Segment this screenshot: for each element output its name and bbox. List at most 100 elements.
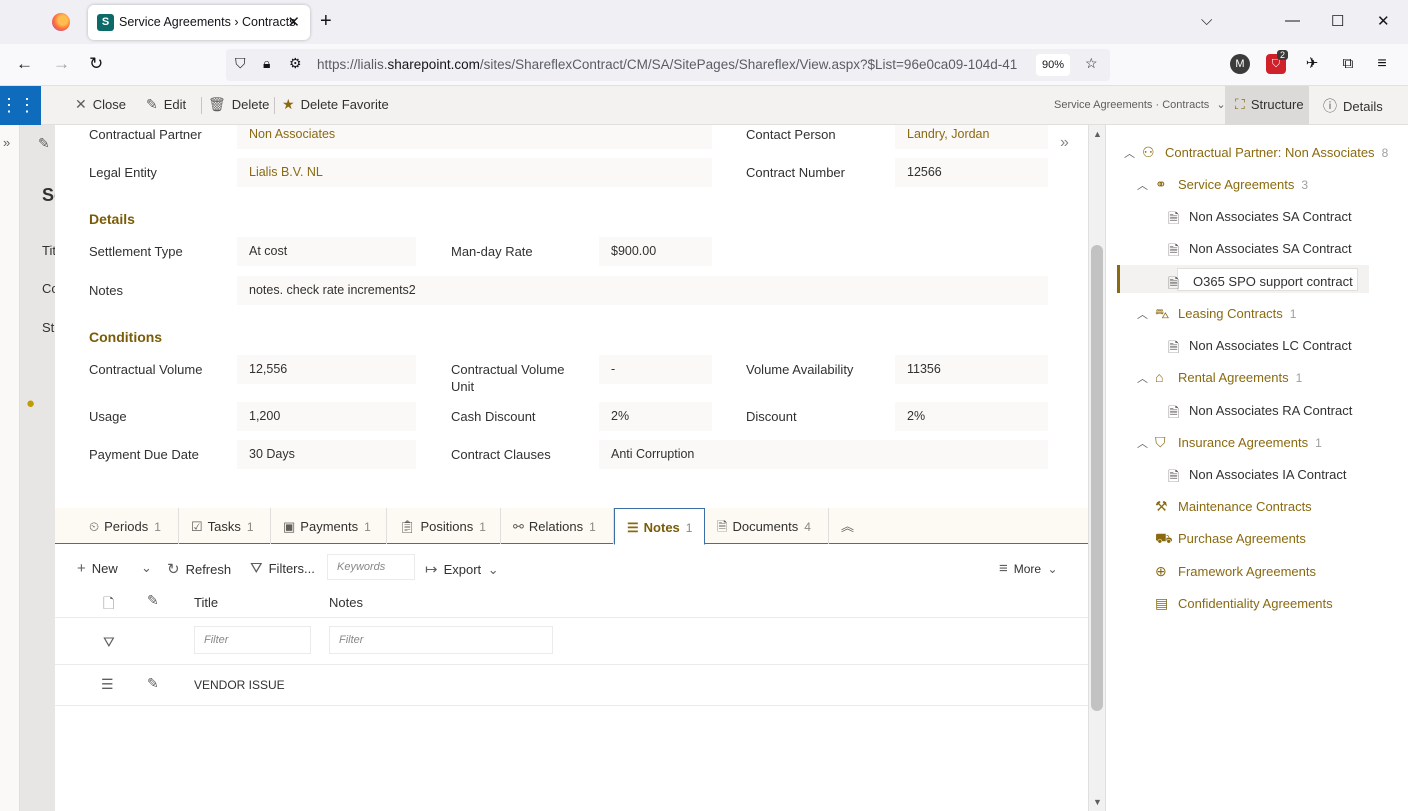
tree-item-label: Non Associates SA Contract (1189, 241, 1352, 256)
zoom-level[interactable]: 90% (1036, 54, 1070, 76)
separator (274, 97, 275, 114)
keywords-input[interactable]: Keywords (327, 554, 415, 580)
chevron-up-icon[interactable]: ︿ (1137, 370, 1148, 386)
legal-entity-field[interactable]: Lialis B.V. NL (237, 158, 712, 187)
tab-documents[interactable]: 🗎 Documents 4 (705, 508, 829, 544)
document-icon: 🗎 (717, 519, 728, 534)
tab-relations[interactable]: ⚯ Relations 1 (501, 508, 614, 544)
collapse-tabs-icon[interactable]: ︽ (829, 508, 873, 544)
extension-icon[interactable]: ✈ (1302, 54, 1322, 74)
chevron-up-icon[interactable]: ︿ (1137, 435, 1148, 451)
refresh-button[interactable]: ↻ Refresh (167, 560, 231, 578)
link-icon: ⚯ (513, 519, 524, 534)
settlement-type-field[interactable]: At cost (237, 237, 416, 266)
firefox-icon[interactable] (52, 13, 70, 31)
permissions-icon[interactable]: ⚙ (289, 55, 302, 72)
details-button[interactable]: ⓘ Details (1323, 96, 1383, 116)
scroll-up-icon[interactable]: ▲ (1093, 129, 1102, 139)
scrollbar-thumb[interactable] (1091, 245, 1103, 711)
conditions-heading: Conditions (89, 329, 163, 345)
tab-tasks[interactable]: ☑ Tasks 1 (179, 508, 271, 544)
tab-list-icon[interactable]: ⌵ (1201, 12, 1212, 29)
scroll-down-icon[interactable]: ▼ (1093, 797, 1102, 807)
details-heading: Details (89, 211, 135, 227)
lock-icon[interactable]: 🔒︎ (263, 55, 270, 72)
menu-hamburger-icon[interactable]: ≡ (1372, 54, 1392, 74)
usage-field[interactable]: 1,200 (237, 402, 416, 431)
expand-rail-icon[interactable]: » (3, 135, 10, 150)
new-dropdown-icon[interactable]: ⌄ (141, 560, 152, 576)
maximize-icon[interactable]: ☐ (1331, 12, 1344, 30)
edit-row-icon[interactable]: ✎ (147, 675, 159, 692)
export-button[interactable]: ↦ Export ⌄ (425, 560, 499, 578)
globe-icon: ⊕ (1155, 563, 1167, 579)
volume-availability-field[interactable]: 11356 (895, 355, 1048, 384)
contractual-volume-field[interactable]: 12,556 (237, 355, 416, 384)
breadcrumb-dropdown[interactable]: Service Agreements · Contracts ⌄ (1054, 98, 1226, 111)
new-button[interactable]: + New (77, 560, 118, 577)
extensions-puzzle-icon[interactable]: ⧉ (1338, 54, 1358, 74)
usage-label: Usage (89, 409, 127, 424)
contract-doc-icon: 🗎 (1168, 339, 1180, 355)
chevron-up-icon[interactable]: ︿ (1124, 145, 1135, 161)
vertical-scrollbar[interactable]: ▲ ▼ (1088, 125, 1105, 811)
filters-button[interactable]: ⛛ Filters... (250, 560, 315, 577)
cash-discount-label: Cash Discount (451, 409, 536, 424)
house-icon: ⌂ (1155, 369, 1164, 385)
contractual-partner-field[interactable]: Non Associates (237, 125, 712, 149)
title-filter-input[interactable]: Filter (194, 626, 311, 654)
contract-number-field[interactable]: 12566 (895, 158, 1048, 187)
contractual-partner-label: Contractual Partner (89, 127, 202, 142)
url-text[interactable]: https://lialis.sharepoint.com/sites/Shar… (317, 57, 1035, 72)
url-bar[interactable]: ⛉ 🔒︎ ⚙ https://lialis.sharepoint.com/sit… (226, 49, 1110, 81)
chevron-up-icon[interactable]: ︿ (1137, 177, 1148, 193)
tree-root-label: Contractual Partner: Non Associates 8 (1165, 145, 1389, 160)
more-button[interactable]: ≡ More ⌄ (999, 560, 1058, 577)
app-launcher-icon[interactable]: ⋮⋮⋮ (0, 86, 54, 125)
plus-icon: + (77, 560, 86, 577)
collapse-panel-icon[interactable]: » (1060, 134, 1069, 152)
payment-due-field[interactable]: 30 Days (237, 440, 416, 469)
delete-button[interactable]: 🗑︎ Delete (208, 96, 269, 113)
notes-field[interactable]: notes. check rate increments2 (237, 276, 1048, 305)
tab-payments[interactable]: ▣ Payments 1 (271, 508, 387, 544)
manday-rate-label: Man-day Rate (451, 244, 533, 259)
tab-title: Service Agreements › Contracts (119, 15, 296, 29)
column-header-notes[interactable]: Notes (329, 595, 363, 610)
tree-item-label: Non Associates IA Contract (1189, 467, 1347, 482)
edit-button[interactable]: ✎ Edit (146, 96, 186, 113)
note-row-icon[interactable]: ☰ (101, 676, 114, 693)
chevron-up-icon[interactable]: ︿ (1137, 306, 1148, 322)
manday-rate-field[interactable]: $900.00 (599, 237, 712, 266)
contractual-volume-unit-field[interactable]: - (599, 355, 712, 384)
delete-favorite-button[interactable]: ★ Delete Favorite (282, 96, 389, 113)
tab-positions[interactable]: 📋︎ Positions 1 (387, 508, 501, 544)
contact-person-field[interactable]: Landry, Jordan (895, 125, 1048, 149)
document-column-icon: 🗋 (103, 595, 115, 611)
browser-tab[interactable]: S Service Agreements › Contracts ✕ (88, 5, 310, 40)
minimize-icon[interactable]: — (1285, 12, 1300, 29)
tab-close-icon[interactable]: ✕ (287, 13, 300, 31)
notes-filter-input[interactable]: Filter (329, 626, 553, 654)
reload-icon[interactable]: ↻ (89, 54, 103, 74)
bookmark-star-icon[interactable]: ☆ (1085, 55, 1098, 72)
cash-discount-field[interactable]: 2% (599, 402, 712, 431)
shield-icon[interactable]: ⛉ (235, 55, 246, 72)
discount-field[interactable]: 2% (895, 402, 1048, 431)
close-button[interactable]: ✕ Close (75, 96, 126, 113)
tab-periods[interactable]: ⏲ Periods 1 (77, 508, 179, 544)
forward-icon[interactable]: → (53, 54, 70, 74)
tab-notes[interactable]: ☰ Notes 1 (614, 508, 705, 545)
contract-clauses-field[interactable]: Anti Corruption (599, 440, 1048, 469)
window-close-icon[interactable]: ✕ (1377, 12, 1390, 30)
new-tab-icon[interactable]: + (320, 10, 332, 32)
refresh-icon: ↻ (167, 561, 180, 578)
background-heading: Se (42, 185, 55, 205)
column-header-title[interactable]: Title (194, 595, 218, 610)
structure-button[interactable]: ⛶ Structure (1235, 96, 1304, 113)
volume-availability-label: Volume Availability (746, 362, 854, 377)
account-avatar-icon[interactable]: M (1230, 54, 1250, 74)
contractual-volume-unit-label-line2: Unit (451, 379, 475, 394)
back-icon[interactable]: ← (16, 54, 33, 74)
discount-label: Discount (746, 409, 797, 424)
